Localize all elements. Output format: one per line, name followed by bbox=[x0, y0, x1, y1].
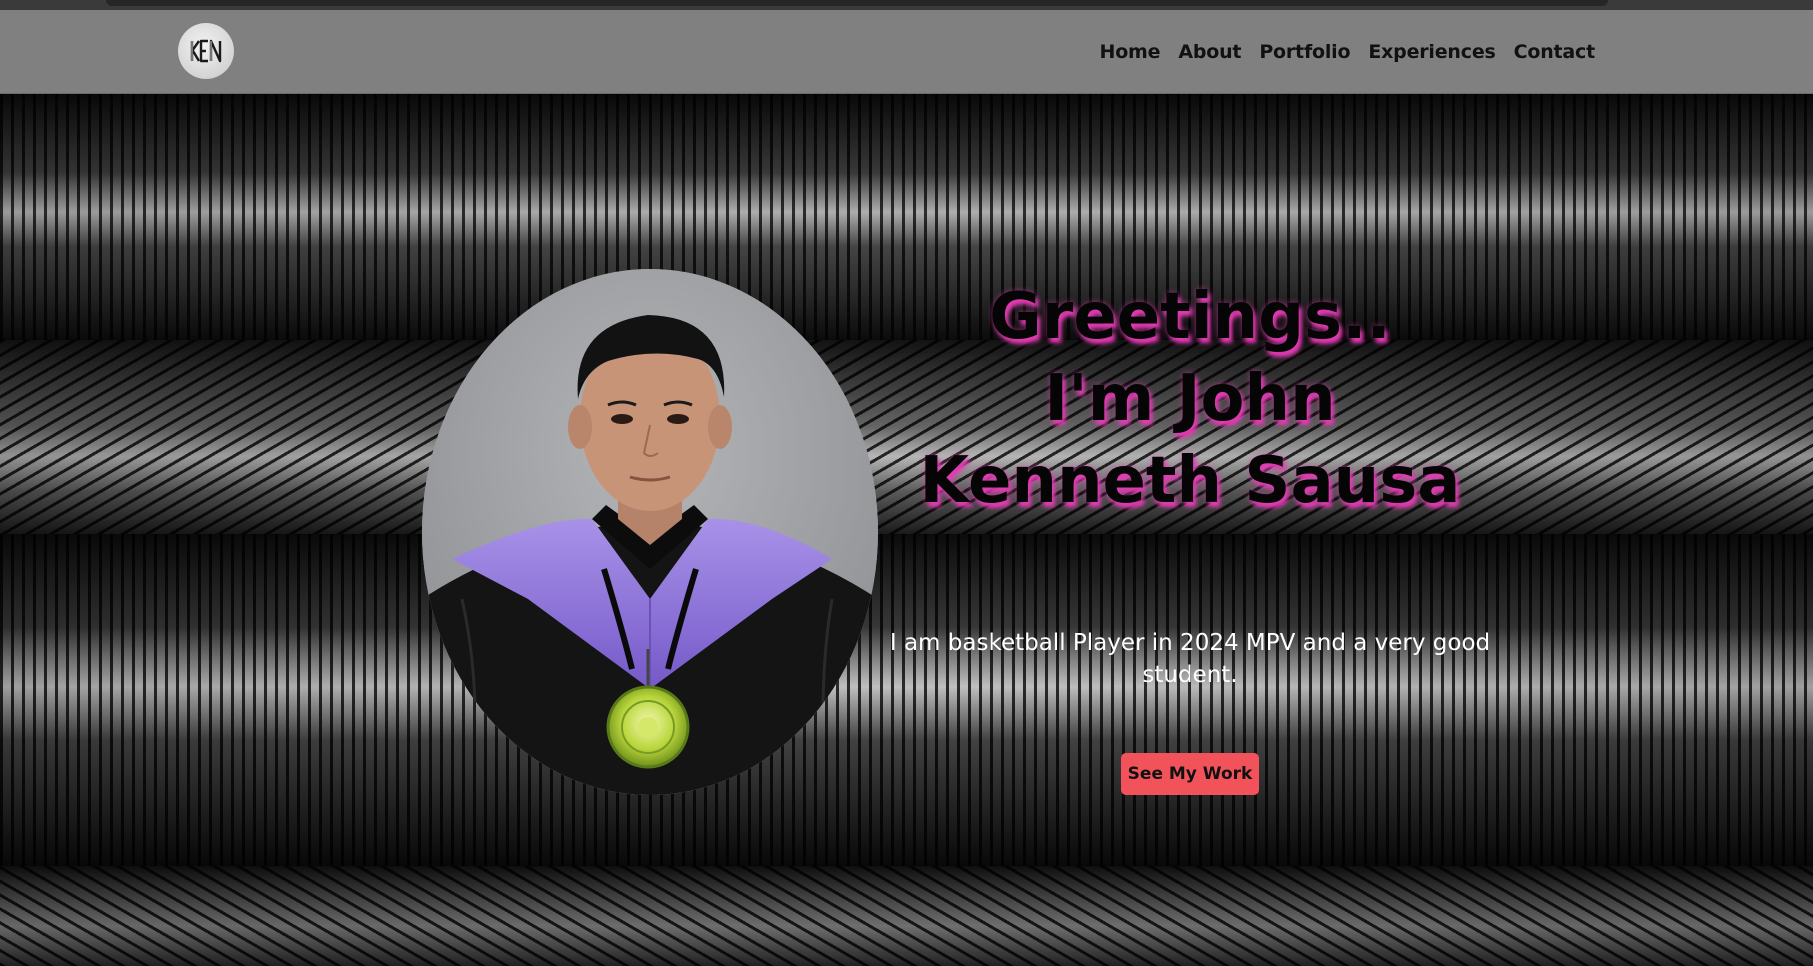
browser-tab-bar bbox=[106, 0, 1608, 6]
navbar: Home About Portfolio Experiences Contact bbox=[0, 10, 1813, 94]
hero-section: Greetings.. I'm John Kenneth Sausa I am … bbox=[0, 94, 1813, 966]
hero-vignette bbox=[0, 94, 1813, 966]
headline-line-name-first: I'm John bbox=[1044, 362, 1336, 436]
nav-portfolio[interactable]: Portfolio bbox=[1259, 41, 1350, 63]
see-my-work-button[interactable]: See My Work bbox=[1121, 753, 1259, 795]
browser-top-strip bbox=[0, 0, 1813, 10]
nav-home[interactable]: Home bbox=[1100, 41, 1161, 63]
nav-experiences[interactable]: Experiences bbox=[1368, 41, 1495, 63]
hero-tagline: I am basketball Player in 2024 MPV and a… bbox=[889, 630, 1491, 688]
profile-photo-illustration bbox=[422, 269, 878, 795]
logo-ken-icon bbox=[190, 39, 222, 63]
site-logo[interactable] bbox=[178, 23, 234, 79]
headline-line-name-last: Kenneth Sausa bbox=[919, 444, 1461, 518]
profile-portrait bbox=[422, 269, 878, 795]
nav-about[interactable]: About bbox=[1178, 41, 1241, 63]
main-nav: Home About Portfolio Experiences Contact bbox=[1100, 10, 1596, 93]
hero-headline: Greetings.. I'm John Kenneth Sausa bbox=[880, 276, 1500, 522]
headline-line-greeting: Greetings.. bbox=[989, 280, 1391, 354]
nav-contact[interactable]: Contact bbox=[1514, 41, 1596, 63]
